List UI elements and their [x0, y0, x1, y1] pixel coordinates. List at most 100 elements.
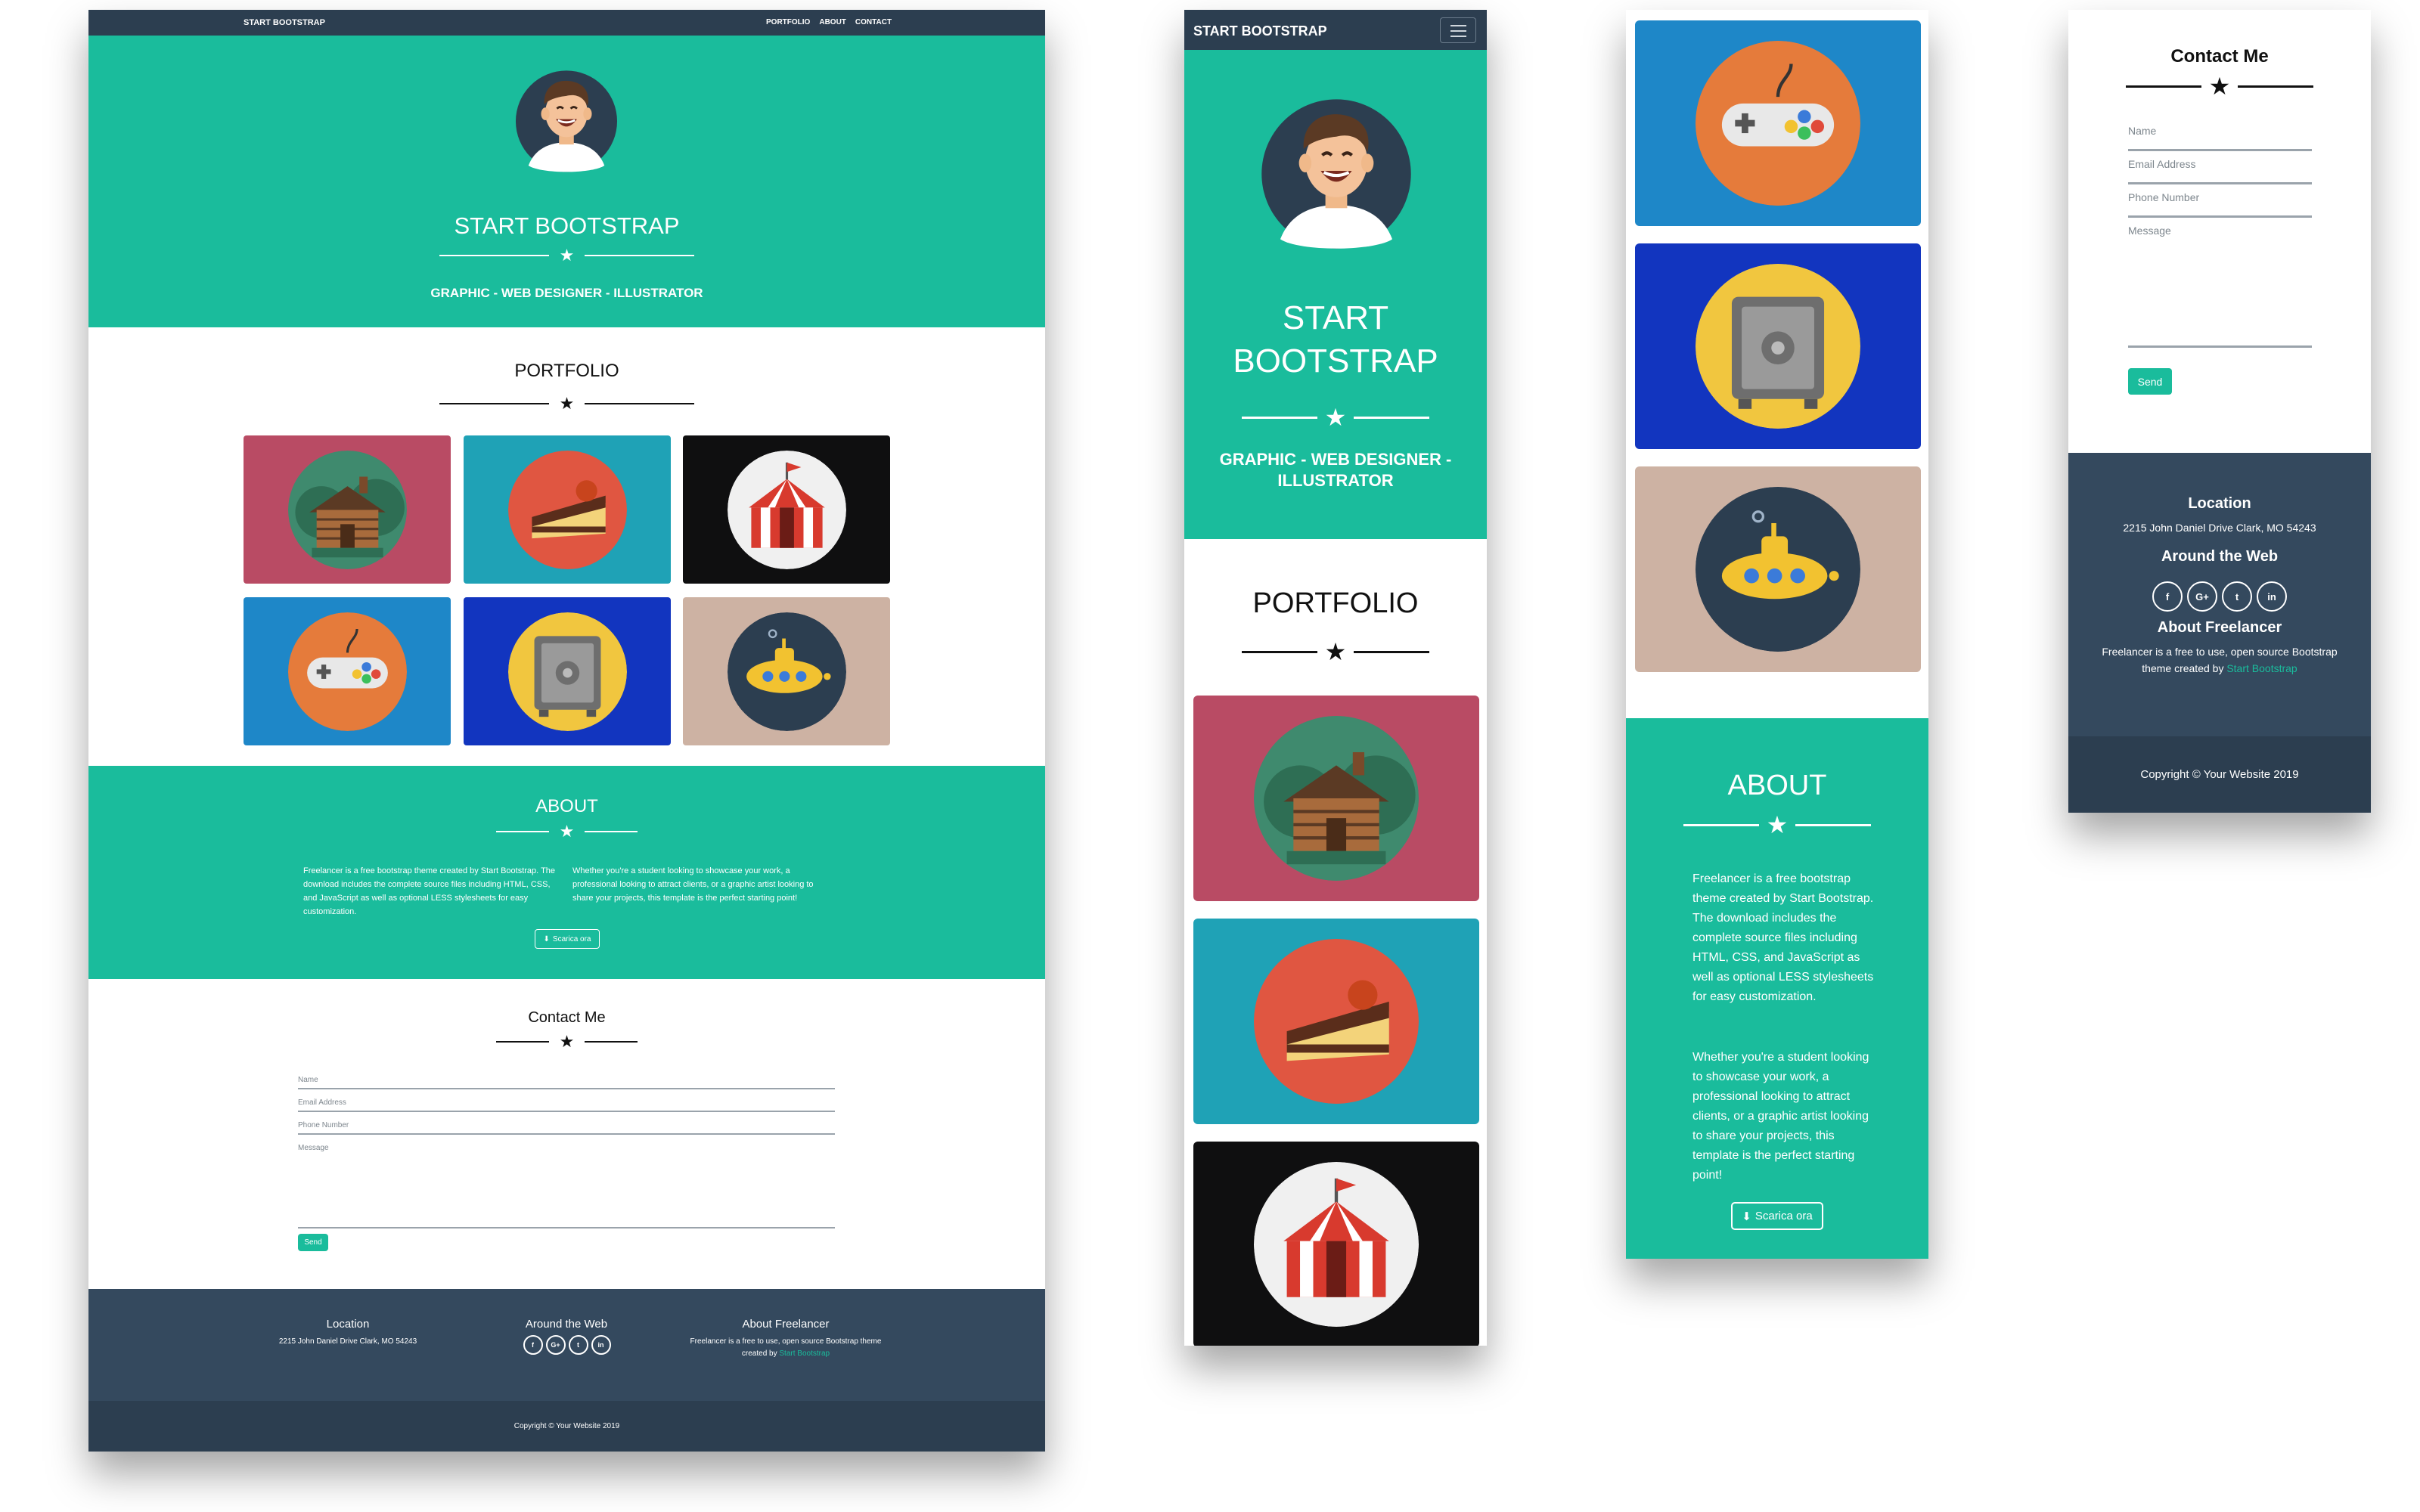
- email-field[interactable]: Email Address: [298, 1098, 835, 1112]
- hero-section: START BOOTSTRAP ★ GRAPHIC - WEB DESIGNER…: [88, 36, 1045, 327]
- footer-about-title: About Freelancer: [742, 1318, 830, 1331]
- submarine-icon: [727, 612, 846, 731]
- footer: Location 2215 John Daniel Drive Clark, M…: [88, 1289, 1045, 1401]
- footer-about-title: About Freelancer: [2157, 619, 2282, 636]
- download-icon: ⬇: [1742, 1210, 1751, 1223]
- mobile-screenshot-top: START BOOTSTRAP START BOOTSTRAP ★ GRAPHI…: [1184, 10, 1487, 1346]
- cake-slice-icon: [1254, 939, 1419, 1104]
- copyright-bar: Copyright © Your Website 2019: [2068, 736, 2371, 813]
- portfolio-item[interactable]: [464, 435, 671, 584]
- star-divider: ★: [1184, 405, 1487, 429]
- download-button[interactable]: ⬇ Scarica ora: [535, 929, 600, 949]
- star-icon: ★: [1324, 404, 1347, 431]
- star-divider: ★: [1184, 640, 1487, 664]
- phone-field[interactable]: Phone Number: [298, 1121, 835, 1135]
- start-bootstrap-link[interactable]: Start Bootstrap: [2226, 662, 2297, 674]
- google-plus-icon[interactable]: G+: [545, 1335, 566, 1355]
- footer-location-title: Location: [2188, 495, 2251, 512]
- contact-title: Contact Me: [2170, 46, 2269, 67]
- google-plus-icon[interactable]: G+: [2187, 581, 2217, 612]
- star-icon: ★: [2208, 73, 2231, 100]
- nav-links: PORTFOLIO ABOUT CONTACT: [766, 18, 892, 26]
- twitter-icon[interactable]: t: [568, 1335, 588, 1355]
- submarine-icon: [1696, 487, 1860, 652]
- game-controller-icon: [1696, 41, 1860, 206]
- portfolio-item[interactable]: [1193, 919, 1479, 1124]
- star-icon: ★: [559, 394, 575, 413]
- start-bootstrap-link[interactable]: Start Bootstrap: [779, 1349, 830, 1358]
- portfolio-item[interactable]: [1193, 696, 1479, 901]
- email-field[interactable]: Email Address: [2128, 158, 2312, 184]
- footer-web-title: Around the Web: [2161, 548, 2279, 565]
- about-text-right: Whether you're a student looking to show…: [1692, 1051, 1869, 1182]
- nav-link-about[interactable]: ABOUT: [819, 18, 846, 26]
- facebook-icon[interactable]: f: [2152, 581, 2183, 612]
- facebook-icon[interactable]: f: [523, 1335, 543, 1355]
- star-icon: ★: [1766, 811, 1789, 838]
- avatar-icon: [1258, 90, 1414, 255]
- phone-field[interactable]: Phone Number: [2128, 191, 2312, 218]
- portfolio-item[interactable]: [1635, 20, 1921, 226]
- social-links: f G+ t in: [2068, 581, 2371, 612]
- portfolio-item[interactable]: [244, 597, 451, 745]
- hero-subtitle: GRAPHIC - WEB DESIGNER - ILLUSTRATOR: [430, 286, 703, 300]
- download-button[interactable]: ⬇ Scarica ora: [1731, 1202, 1823, 1230]
- portfolio-item[interactable]: [1193, 1142, 1479, 1346]
- navbar: START BOOTSTRAP PORTFOLIO ABOUT CONTACT: [88, 10, 1045, 36]
- log-cabin-icon: [1254, 716, 1419, 881]
- copyright-text: Copyright © Your Website 2019: [513, 1422, 620, 1430]
- portfolio-item[interactable]: [244, 435, 451, 584]
- about-title: ABOUT: [1727, 770, 1827, 801]
- portfolio-item[interactable]: [683, 597, 890, 745]
- contact-title: Contact Me: [528, 1009, 606, 1026]
- mobile-screenshot-middle: ABOUT ★ Freelancer is a free bootstrap t…: [1626, 10, 1928, 1259]
- about-text-left: Freelancer is a free bootstrap theme cre…: [303, 866, 556, 916]
- navbar-brand[interactable]: START BOOTSTRAP: [1193, 23, 1327, 39]
- navbar-brand[interactable]: START BOOTSTRAP: [244, 18, 325, 27]
- download-button-label: Scarica ora: [1754, 1210, 1813, 1222]
- hamburger-icon[interactable]: [1440, 17, 1476, 43]
- send-button[interactable]: Send: [2128, 368, 2172, 395]
- star-icon: ★: [559, 246, 575, 265]
- copyright-text: Copyright © Your Website 2019: [2140, 768, 2299, 781]
- log-cabin-icon: [287, 450, 407, 569]
- message-field[interactable]: Message: [2128, 225, 2312, 348]
- star-icon: ★: [559, 822, 575, 841]
- star-divider: ★: [1626, 813, 1928, 837]
- hero-title: START BOOTSTRAP: [1184, 296, 1487, 383]
- hero-subtitle-line1: GRAPHIC - WEB DESIGNER -: [1219, 450, 1452, 469]
- game-controller-icon: [287, 612, 407, 731]
- circus-tent-icon: [1254, 1162, 1419, 1327]
- linkedin-icon[interactable]: in: [2257, 581, 2287, 612]
- name-field[interactable]: Name: [2128, 125, 2312, 151]
- mobile-screenshot-bottom: Contact Me ★ Name Email Address Phone Nu…: [2068, 10, 2371, 813]
- copyright-bar: Copyright © Your Website 2019: [88, 1401, 1045, 1452]
- message-field[interactable]: Message: [298, 1144, 835, 1228]
- hero-title: START BOOTSTRAP: [454, 212, 680, 239]
- star-divider: ★: [2068, 74, 2371, 98]
- nav-link-contact[interactable]: CONTACT: [855, 18, 892, 26]
- hero-title-line1: START: [1282, 299, 1389, 336]
- navbar: START BOOTSTRAP: [1184, 10, 1487, 50]
- portfolio-item[interactable]: [683, 435, 890, 584]
- portfolio-item[interactable]: [1635, 466, 1921, 672]
- circus-tent-icon: [727, 450, 846, 569]
- footer-address: 2215 John Daniel Drive Clark, MO 54243: [2123, 522, 2316, 534]
- star-divider: ★: [88, 1033, 1045, 1050]
- twitter-icon[interactable]: t: [2222, 581, 2252, 612]
- nav-link-portfolio[interactable]: PORTFOLIO: [766, 18, 810, 26]
- hero-title-line2: BOOTSTRAP: [1233, 342, 1438, 380]
- footer-about-text: Freelancer is a free to use, open source…: [634, 1336, 937, 1360]
- footer-about-copy: Freelancer is a free to use, open source…: [2102, 646, 2338, 674]
- hero-subtitle: GRAPHIC - WEB DESIGNER - ILLUSTRATOR: [1184, 449, 1487, 491]
- star-icon: ★: [559, 1032, 575, 1051]
- safe-icon: [507, 612, 627, 731]
- name-field[interactable]: Name: [298, 1076, 835, 1089]
- send-button[interactable]: Send: [298, 1234, 328, 1251]
- contact-section: Contact Me ★ Name Email Address Phone Nu…: [88, 979, 1045, 1289]
- about-section: ABOUT ★ Freelancer is a free bootstrap t…: [88, 766, 1045, 979]
- star-icon: ★: [1324, 638, 1347, 665]
- portfolio-item[interactable]: [1635, 243, 1921, 449]
- portfolio-item[interactable]: [464, 597, 671, 745]
- linkedin-icon[interactable]: in: [591, 1335, 611, 1355]
